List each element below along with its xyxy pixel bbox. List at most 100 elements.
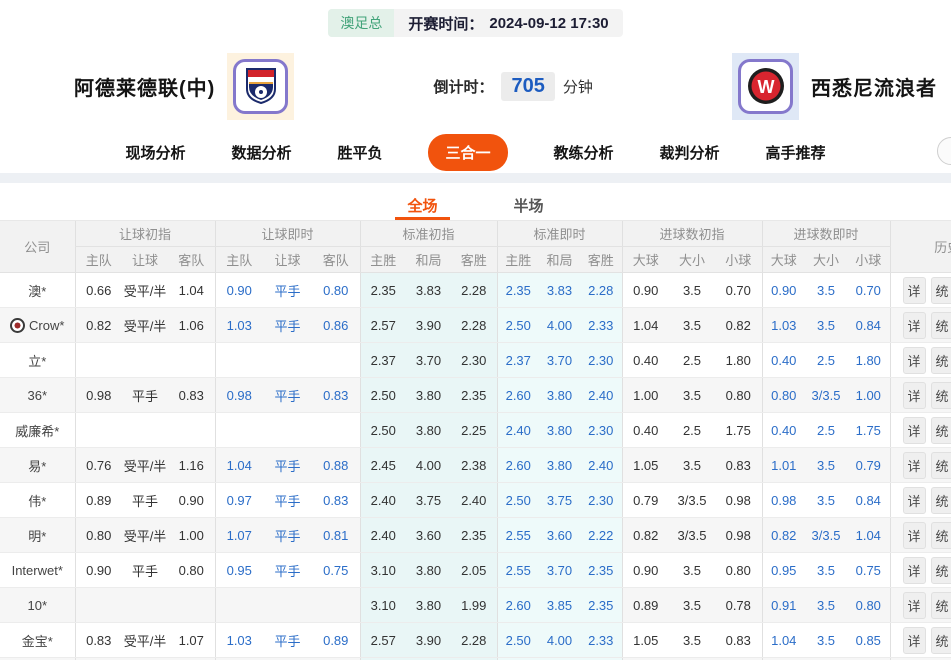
odds-cell-handicap-live: 0.98 <box>215 378 263 413</box>
odds-cell-goals-live: 3.5 <box>805 448 847 483</box>
stats-button[interactable]: 统 <box>931 347 951 374</box>
period-tab-1[interactable]: 全场 <box>395 195 449 220</box>
odds-cell-goals-initial: 0.98 <box>715 518 762 553</box>
table-row: 金宝*0.83受平/半1.071.03平手0.892.573.902.282.5… <box>0 623 951 658</box>
odds-cell-handicap-live: 0.75 <box>312 553 360 588</box>
company-name[interactable]: 易* <box>0 448 75 483</box>
odds-cell-standard-live: 3.80 <box>539 413 580 448</box>
detail-button[interactable]: 详 <box>903 452 926 479</box>
detail-button[interactable]: 详 <box>903 592 926 619</box>
countdown-unit: 分钟 <box>563 76 593 97</box>
odds-cell-goals-live: 0.91 <box>762 588 805 623</box>
group-header-standard-live: 标准即时 <box>497 221 622 247</box>
odds-cell-handicap-live <box>263 343 312 378</box>
detail-button[interactable]: 详 <box>903 347 926 374</box>
countdown-label: 倒计时： <box>433 76 493 97</box>
odds-cell-standard-initial: 3.60 <box>406 518 451 553</box>
odds-cell-handicap-initial <box>75 343 122 378</box>
company-name[interactable]: 10* <box>0 588 75 623</box>
stats-button[interactable]: 统 <box>931 417 951 444</box>
stats-button[interactable]: 统 <box>931 627 951 654</box>
sub-header-handicap-initial-1: 主队 <box>75 247 122 273</box>
odds-cell-goals-initial: 0.83 <box>715 448 762 483</box>
odds-cell-handicap-live: 平手 <box>263 553 312 588</box>
odds-cell-standard-live: 2.50 <box>497 483 539 518</box>
nav-tab-2[interactable]: 数据分析 <box>231 142 291 163</box>
odds-cell-standard-live: 2.35 <box>580 588 622 623</box>
match-info-pill: 澳足总 开赛时间： 2024-09-12 17:30 <box>328 9 622 37</box>
floating-widget-button[interactable] <box>937 137 951 165</box>
odds-cell-handicap-live: 0.95 <box>215 553 263 588</box>
odds-cell-handicap-live: 1.04 <box>215 448 263 483</box>
odds-cell-handicap-live: 0.97 <box>215 483 263 518</box>
period-tab-2[interactable]: 半场 <box>502 195 556 220</box>
odds-cell-standard-live: 3.70 <box>539 553 580 588</box>
odds-cell-handicap-initial: 0.83 <box>168 378 215 413</box>
odds-cell-handicap-initial: 0.80 <box>168 553 215 588</box>
stats-button[interactable]: 统 <box>931 277 951 304</box>
odds-cell-handicap-live <box>263 588 312 623</box>
detail-button[interactable]: 详 <box>903 417 926 444</box>
odds-cell-handicap-initial <box>168 588 215 623</box>
detail-button[interactable]: 详 <box>903 627 926 654</box>
odds-cell-goals-live: 3/3.5 <box>805 378 847 413</box>
odds-cell-handicap-live: 平手 <box>263 483 312 518</box>
detail-button[interactable]: 详 <box>903 382 926 409</box>
company-name[interactable]: Interwet* <box>0 553 75 588</box>
odds-cell-standard-initial: 2.50 <box>360 413 406 448</box>
company-name[interactable]: Crow* <box>0 308 75 343</box>
odds-cell-handicap-initial: 平手 <box>122 378 168 413</box>
stats-button[interactable]: 统 <box>931 312 951 339</box>
odds-cell-handicap-live <box>312 343 360 378</box>
odds-cell-standard-initial: 2.28 <box>451 273 497 308</box>
detail-button[interactable]: 详 <box>903 522 926 549</box>
company-name-label: 澳* <box>28 284 46 299</box>
odds-cell-standard-initial: 3.75 <box>406 483 451 518</box>
company-name[interactable]: 金宝* <box>0 623 75 658</box>
nav-tab-4[interactable]: 三合一 <box>428 134 507 171</box>
detail-button[interactable]: 详 <box>903 557 926 584</box>
stats-button[interactable]: 统 <box>931 592 951 619</box>
company-name[interactable]: 伟* <box>0 483 75 518</box>
odds-cell-standard-initial: 2.28 <box>451 308 497 343</box>
nav-tab-7[interactable]: 高手推荐 <box>766 142 826 163</box>
company-name[interactable]: 威廉希* <box>0 413 75 448</box>
odds-cell-goals-initial: 3.5 <box>669 553 715 588</box>
stats-button[interactable]: 统 <box>931 452 951 479</box>
stats-button[interactable]: 统 <box>931 487 951 514</box>
company-name[interactable]: 澳* <box>0 273 75 308</box>
nav-tab-5[interactable]: 教练分析 <box>554 142 614 163</box>
odds-cell-goals-live: 0.80 <box>847 588 890 623</box>
odds-cell-goals-live: 2.5 <box>805 343 847 378</box>
detail-button[interactable]: 详 <box>903 312 926 339</box>
stats-button[interactable]: 统 <box>931 382 951 409</box>
odds-cell-standard-live: 4.00 <box>539 623 580 658</box>
odds-cell-goals-initial: 0.80 <box>715 378 762 413</box>
odds-cell-goals-live: 0.95 <box>762 553 805 588</box>
odds-cell-handicap-initial: 0.90 <box>168 483 215 518</box>
odds-cell-goals-initial: 1.00 <box>622 378 669 413</box>
company-name[interactable]: 36* <box>0 378 75 413</box>
detail-button[interactable]: 详 <box>903 487 926 514</box>
sub-header-goals-live-3: 小球 <box>847 247 890 273</box>
company-name[interactable]: 立* <box>0 343 75 378</box>
odds-cell-goals-live: 0.79 <box>847 448 890 483</box>
nav-tab-1[interactable]: 现场分析 <box>125 142 185 163</box>
stats-button[interactable]: 统 <box>931 522 951 549</box>
odds-cell-goals-live: 0.84 <box>847 308 890 343</box>
stats-button[interactable]: 统 <box>931 557 951 584</box>
sub-header-goals-initial-3: 小球 <box>715 247 762 273</box>
table-row: 威廉希*2.503.802.252.403.802.300.402.51.750… <box>0 413 951 448</box>
company-name-label: 伟* <box>28 494 46 509</box>
detail-button[interactable]: 详 <box>903 277 926 304</box>
nav-tab-6[interactable]: 裁判分析 <box>660 142 720 163</box>
odds-cell-standard-initial: 3.80 <box>406 553 451 588</box>
nav-tab-3[interactable]: 胜平负 <box>337 142 382 163</box>
odds-cell-goals-initial: 3/3.5 <box>669 518 715 553</box>
odds-cell-standard-live: 2.50 <box>497 308 539 343</box>
company-name[interactable]: 明* <box>0 518 75 553</box>
sub-header-handicap-live-2: 让球 <box>263 247 312 273</box>
odds-cell-goals-live: 0.82 <box>762 518 805 553</box>
odds-cell-goals-initial: 3.5 <box>669 448 715 483</box>
table-row: 立*2.373.702.302.373.702.300.402.51.800.4… <box>0 343 951 378</box>
